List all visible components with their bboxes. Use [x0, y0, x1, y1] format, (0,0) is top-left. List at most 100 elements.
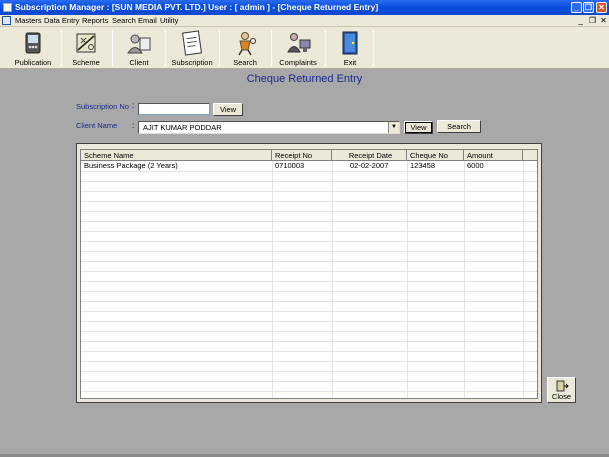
toolbar-scheme-label: Scheme: [72, 58, 100, 67]
menu-data-entry[interactable]: Data Entry: [44, 15, 79, 27]
toolbar-exit-label: Exit: [343, 58, 357, 67]
grid-row-line: [81, 191, 537, 192]
toolbar-search-label: Search: [233, 58, 257, 67]
title-bar: Subscription Manager : [SUN MEDIA PVT. L…: [0, 0, 609, 15]
grid-row-line: [81, 391, 537, 392]
child-window-icon: [2, 16, 11, 25]
subscription-view-button[interactable]: View: [213, 103, 243, 116]
grid-row-line: [81, 201, 537, 202]
subscription-no-label: Subscription No: [76, 102, 129, 111]
cell-amount[interactable]: 6000: [464, 161, 484, 171]
cell-receipt-date[interactable]: 02-02-2007: [347, 161, 388, 171]
grid-row-line: [81, 321, 537, 322]
subscription-colon: :: [132, 101, 135, 110]
grid-row-line: [81, 341, 537, 342]
subscription-no-input[interactable]: [138, 103, 210, 115]
search-button[interactable]: Search: [437, 120, 481, 133]
close-button-label: Close: [551, 392, 572, 401]
chevron-down-icon[interactable]: ▼: [388, 122, 399, 133]
client-view-button[interactable]: View: [404, 121, 433, 134]
grid-column-line: [523, 161, 524, 398]
grid-row-line: [81, 271, 537, 272]
grid-row-line: [81, 231, 537, 232]
menu-email[interactable]: Email: [138, 15, 157, 27]
mdi-restore-button[interactable]: ❐: [588, 16, 597, 25]
toolbar-separator: [219, 30, 220, 66]
column-header-amount[interactable]: Amount: [464, 150, 523, 161]
toolbar-separator: [165, 30, 166, 66]
exit-icon: [342, 31, 358, 55]
close-button[interactable]: Close: [547, 377, 576, 403]
results-grid[interactable]: Scheme Name Receipt No Receipt Date Cheq…: [80, 149, 538, 399]
grid-row-line: [81, 261, 537, 262]
grid-column-line: [464, 161, 465, 398]
close-window-button[interactable]: ✕: [596, 2, 607, 13]
toolbar-separator: [112, 30, 113, 66]
grid-row-line: [81, 291, 537, 292]
menu-reports[interactable]: Reports: [82, 15, 108, 27]
grid-row-line: [81, 251, 537, 252]
column-header-receipt-date[interactable]: Receipt Date: [332, 150, 407, 161]
toolbar-complaints-label: Complaints: [279, 58, 317, 67]
client-colon: :: [132, 121, 135, 130]
restore-button[interactable]: ❐: [583, 2, 594, 13]
subscription-icon: [181, 30, 203, 56]
toolbar-separator: [325, 30, 326, 66]
cell-scheme-name[interactable]: Business Package (2 Years): [81, 161, 178, 171]
grid-row-line: [81, 301, 537, 302]
client-icon: [127, 34, 151, 54]
grid-column-line: [272, 161, 273, 398]
toolbar-scheme-button[interactable]: Scheme: [64, 28, 108, 68]
client-name-dropdown[interactable]: AJIT KUMAR PODDAR ▼: [138, 121, 400, 134]
menu-utility[interactable]: Utility: [160, 15, 178, 27]
toolbar-subscription-button[interactable]: Subscription: [170, 28, 214, 68]
client-name-value: AJIT KUMAR PODDAR: [143, 123, 222, 132]
toolbar-complaints-button[interactable]: Complaints: [276, 28, 320, 68]
cell-cheque-no[interactable]: 123458: [407, 161, 435, 171]
menu-search[interactable]: Search: [112, 15, 136, 27]
grid-column-line: [332, 161, 333, 398]
grid-header: Scheme Name Receipt No Receipt Date Cheq…: [81, 150, 537, 161]
menu-bar: Masters Data Entry Reports Search Email …: [0, 15, 609, 27]
toolbar: Publication Scheme Client Subscription S…: [0, 27, 609, 69]
grid-row-line: [81, 221, 537, 222]
complaints-icon: [287, 33, 311, 53]
mdi-minimize-button[interactable]: _: [576, 16, 585, 25]
column-header-receipt-no[interactable]: Receipt No: [272, 150, 332, 161]
grid-row-line: [81, 241, 537, 242]
toolbar-search-button[interactable]: Search: [223, 28, 267, 68]
menu-masters[interactable]: Masters: [15, 15, 42, 27]
mdi-close-button[interactable]: ✕: [599, 16, 608, 25]
window-title: Subscription Manager : [SUN MEDIA PVT. L…: [15, 2, 379, 12]
toolbar-publication-button[interactable]: Publication: [8, 28, 58, 68]
toolbar-exit-button[interactable]: Exit: [330, 28, 370, 68]
minimize-button[interactable]: _: [571, 2, 582, 13]
page-title: Cheque Returned Entry: [246, 73, 363, 85]
grid-row-line: [81, 331, 537, 332]
grid-row-line: [81, 371, 537, 372]
scheme-icon: [76, 33, 96, 53]
grid-row-line: [81, 311, 537, 312]
toolbar-separator: [373, 30, 374, 66]
toolbar-subscription-label: Subscription: [171, 58, 213, 67]
column-header-spacer: [523, 150, 537, 161]
grid-row-line: [81, 181, 537, 182]
column-header-cheque-no[interactable]: Cheque No: [407, 150, 464, 161]
toolbar-separator: [271, 30, 272, 66]
search-icon: [238, 32, 256, 56]
publication-icon: [25, 32, 41, 54]
toolbar-client-button[interactable]: Client: [117, 28, 161, 68]
toolbar-publication-label: Publication: [14, 58, 52, 67]
toolbar-client-label: Client: [129, 58, 149, 67]
toolbar-separator: [61, 30, 62, 66]
grid-row-line: [81, 381, 537, 382]
column-header-scheme-name[interactable]: Scheme Name: [81, 150, 272, 161]
grid-row-line: [81, 281, 537, 282]
grid-column-line: [407, 161, 408, 398]
close-door-icon: [556, 380, 569, 392]
grid-row-line: [81, 361, 537, 362]
grid-row-line: [81, 351, 537, 352]
cell-receipt-no[interactable]: 0710003: [272, 161, 304, 171]
grid-row-line: [81, 211, 537, 212]
grid-row-line: [81, 171, 537, 172]
